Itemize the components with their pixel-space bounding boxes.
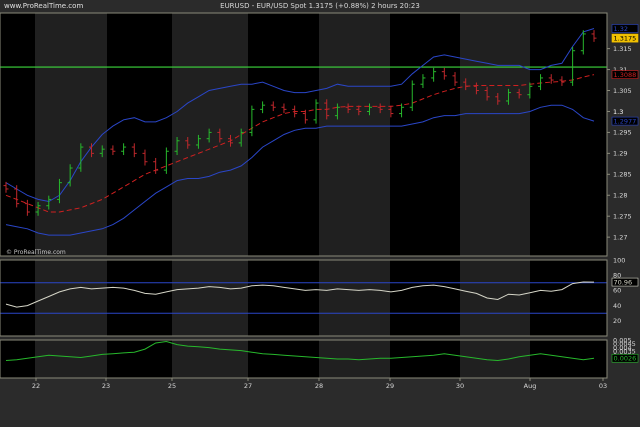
watermark: © ProRealTime.com — [6, 249, 66, 256]
price-axis-label: 1.27 — [613, 233, 627, 241]
x-axis-label: 22 — [32, 382, 40, 390]
x-axis-label: Aug — [524, 382, 537, 390]
session-band — [172, 260, 248, 336]
session-band — [460, 13, 530, 256]
oscillator-value-tag: 70.96 — [614, 278, 633, 286]
oscillator-axis-label: 40 — [613, 302, 621, 310]
x-axis-label: 25 — [168, 382, 176, 390]
last-price-tag: 1.3175 — [614, 34, 637, 42]
session-band — [35, 13, 107, 256]
x-axis-label: 29 — [386, 382, 394, 390]
moving-average-value-tag: 1.3088 — [614, 71, 637, 79]
x-axis-label: 28 — [315, 382, 323, 390]
price-axis-label: 1.28 — [613, 192, 627, 200]
x-axis-label: 30 — [456, 382, 464, 390]
oscillator-axis-label: 20 — [613, 317, 621, 325]
price-axis-label: 1.315 — [613, 45, 632, 53]
session-band — [319, 260, 390, 336]
lower-band-value-tag: 1.2977 — [614, 117, 637, 125]
lower-indicator-value-tag: 0.0026 — [614, 355, 637, 363]
session-band — [460, 260, 530, 336]
session-band — [172, 13, 248, 256]
price-axis-label: 1.305 — [613, 87, 632, 95]
x-axis-label: 03 — [599, 382, 607, 390]
upper-band-value-tag: 1.32 — [614, 25, 628, 33]
session-band — [35, 340, 107, 378]
session-band — [460, 340, 530, 378]
price-axis-label: 1.29 — [613, 150, 627, 158]
x-axis-label: 23 — [102, 382, 110, 390]
price-axis-label: 1.275 — [613, 212, 632, 220]
oscillator-axis-label: 100 — [613, 256, 625, 264]
price-axis-label: 1.295 — [613, 129, 632, 137]
price-axis-label: 1.3 — [613, 108, 623, 116]
price-axis-label: 1.285 — [613, 171, 632, 179]
session-band — [319, 13, 390, 256]
chart-canvas: 1.3151.311.3051.31.2951.291.2851.281.275… — [0, 12, 639, 390]
oscillator-axis-label: 60 — [613, 287, 621, 295]
x-axis-label: 27 — [244, 382, 252, 390]
